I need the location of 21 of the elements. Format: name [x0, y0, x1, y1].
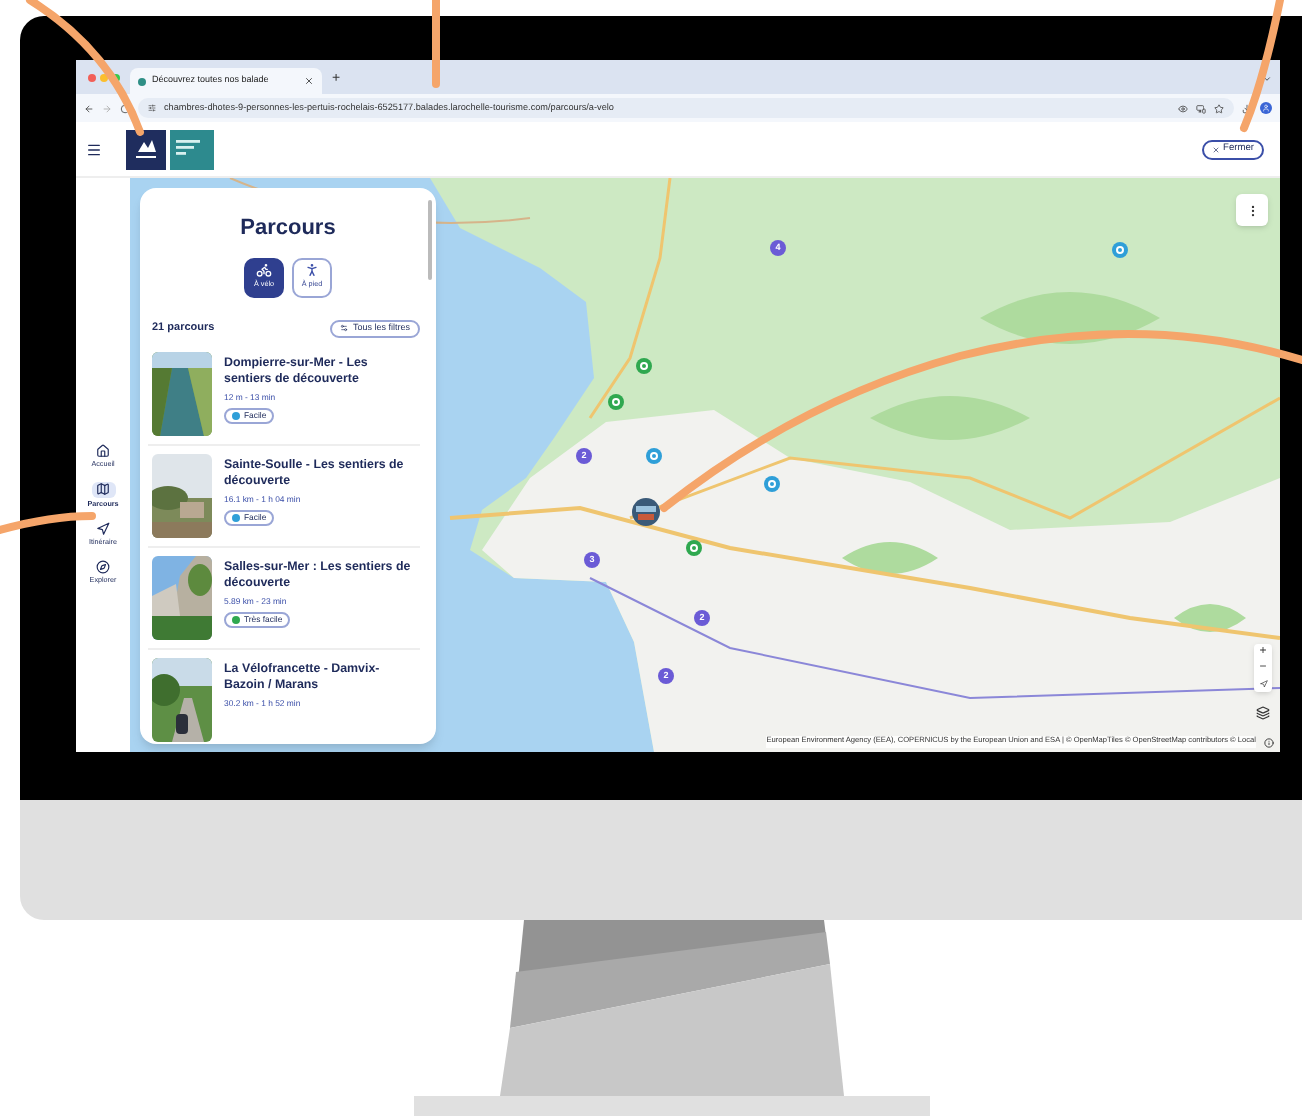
callout-line — [26, 0, 144, 136]
callout-line — [1240, 0, 1284, 132]
site-settings-icon — [148, 104, 156, 112]
site-logo[interactable] — [126, 129, 214, 169]
map-icon — [96, 482, 110, 497]
favicon-icon — [138, 77, 146, 85]
devices-icon[interactable] — [1196, 103, 1206, 113]
navigation-icon — [95, 521, 110, 535]
eye-icon[interactable] — [1178, 103, 1188, 113]
star-icon[interactable] — [1214, 103, 1224, 113]
profile-icon[interactable] — [1260, 102, 1272, 114]
compass-icon — [95, 559, 110, 574]
chevron-icon[interactable] — [1262, 74, 1272, 84]
home-icon — [96, 443, 110, 458]
back-icon[interactable] — [84, 103, 94, 113]
menu-icon[interactable] — [86, 141, 102, 157]
callout-line — [0, 512, 96, 534]
close-window-icon[interactable] — [88, 73, 96, 81]
download-icon[interactable] — [1242, 103, 1252, 113]
reload-icon[interactable] — [120, 103, 130, 113]
callout-line — [432, 0, 440, 88]
